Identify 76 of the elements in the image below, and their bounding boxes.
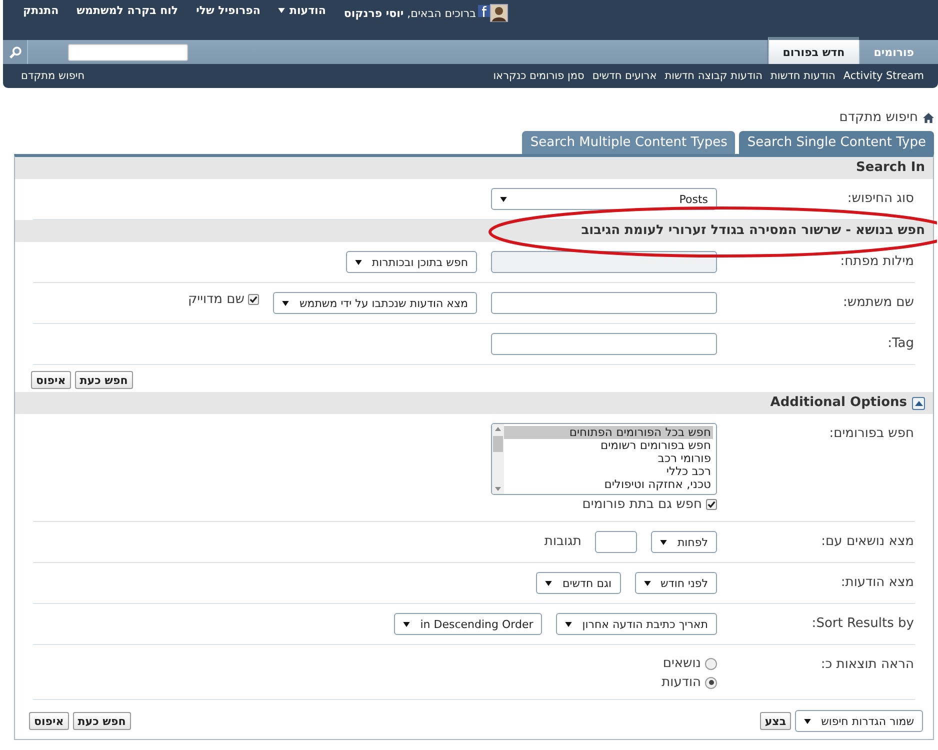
list-item[interactable]: חפש בכל הפורומים הפתוחים: [504, 426, 713, 439]
radio-button[interactable]: [705, 658, 717, 670]
caret-icon: [545, 580, 552, 586]
dropdown[interactable]: לפני חודש: [634, 572, 717, 594]
welcome-text: ברוכים הבאים, יוסי פרנקוס: [344, 6, 476, 20]
caret-icon: [660, 540, 668, 544]
list-item[interactable]: רכב כללי: [504, 465, 713, 478]
field-label: מצא הודעות:: [840, 574, 915, 592]
checkbox[interactable]: [706, 499, 717, 510]
search-tab[interactable]: Search Single Content Type: [739, 131, 934, 154]
caret-icon: [565, 622, 572, 626]
list-item[interactable]: פורומי רכב: [504, 452, 713, 465]
dropdown[interactable]: שמור הגדרות חיפוש: [795, 710, 923, 732]
avatar-icon[interactable]: [490, 4, 508, 22]
social-icon[interactable]: [478, 5, 490, 17]
caret-icon: [500, 196, 507, 202]
field-label: סוג החיפוש:: [846, 190, 915, 208]
user-menu-link[interactable]: הודעות: [278, 4, 326, 17]
text-field[interactable]: [595, 531, 638, 553]
form-button[interactable]: חפש כעת: [72, 712, 131, 730]
field-label: תגובות: [544, 533, 582, 549]
sub-nav-link[interactable]: ארועים חדשים: [592, 70, 657, 82]
checkbox[interactable]: [248, 294, 260, 305]
checkbox-label: חפש גם בתת פורומים: [582, 497, 702, 512]
collapse-icon[interactable]: [912, 396, 925, 410]
form-button[interactable]: איפוס: [31, 371, 71, 389]
sub-nav-link[interactable]: הודעות קבוצה חדשות: [664, 70, 762, 82]
radio-label: הודעות: [662, 675, 701, 690]
radio-label: נושאים: [662, 656, 701, 671]
field-label: חפש בפורומים:: [828, 425, 915, 443]
form-button[interactable]: חפש כעת: [74, 371, 133, 389]
section-heading: חפש בנושא - שרשור המסירה בגודל זערורי לעומת הגיבוב: [15, 220, 933, 242]
field-label: Tag:: [886, 335, 915, 353]
dropdown[interactable]: חפש בתוכן ובכותרות: [346, 251, 477, 273]
dropdown[interactable]: מצא הודעות שנכתבו על ידי משתמש: [273, 292, 477, 314]
search-tab[interactable]: Search Multiple Content Types: [522, 131, 736, 154]
field-label: Sort Results by:: [810, 615, 915, 633]
field-label: מצא נושאים עם:: [820, 533, 915, 551]
caret-icon: [644, 580, 651, 586]
field-label: שם משתמש:: [842, 294, 915, 312]
field-label: הראה תוצאות כ:: [820, 656, 915, 674]
user-menu-link[interactable]: הפרופיל שלי: [196, 4, 260, 17]
nav-tab[interactable]: חדש בפורום: [768, 37, 859, 64]
dropdown[interactable]: וגם חדשים: [536, 572, 621, 594]
user-menu-link[interactable]: לוח בקרה למשתמש: [76, 4, 178, 17]
dropdown[interactable]: תאריך כתיבת הודעה אחרון: [556, 613, 717, 635]
breadcrumb-text: חיפוש מתקדם: [839, 110, 918, 125]
search-field[interactable]: [68, 44, 188, 60]
section-heading: Additional Options: [770, 395, 907, 411]
sub-nav-link[interactable]: הודעות חדשות: [770, 70, 836, 82]
list-item[interactable]: טכני, אחזקה וטיפולים: [504, 478, 713, 491]
field-label: מילות מפתח:: [839, 253, 915, 271]
scrollbar[interactable]: [492, 424, 504, 494]
radio-button[interactable]: [705, 676, 717, 688]
go-button[interactable]: בצע: [760, 712, 792, 730]
home-icon[interactable]: [923, 112, 934, 122]
search-button[interactable]: [3, 40, 28, 64]
list-item[interactable]: חפש בפורומים רשומים: [504, 439, 713, 452]
text-field[interactable]: [491, 292, 717, 314]
dropdown[interactable]: Posts: [491, 188, 717, 210]
section-heading: Search In: [15, 157, 933, 179]
text-field[interactable]: [491, 333, 717, 355]
user-menu-link[interactable]: התנתק: [23, 4, 59, 17]
search-icon: [8, 46, 22, 58]
dropdown[interactable]: לפחות: [651, 531, 717, 553]
checkbox-label: שם מדוייק: [188, 292, 244, 307]
form-button[interactable]: איפוס: [29, 712, 69, 730]
forum-listbox[interactable]: חפש בכל הפורומים הפתוחים חפש בפורומים רשומים פורומי רכב רכב כללי טכני, אחזקה וטיפולים: [491, 423, 717, 495]
caret-icon: [403, 622, 410, 626]
sub-nav-link[interactable]: סמן פורומים כנקראו: [493, 70, 584, 82]
dropdown[interactable]: in Descending Order: [394, 613, 542, 635]
advanced-search-link[interactable]: חיפוש מתקדם: [21, 70, 85, 82]
sub-nav-link[interactable]: Activity Stream: [843, 70, 924, 82]
caret-icon: [804, 718, 812, 724]
caret-icon: [354, 260, 362, 264]
caret-icon: [282, 300, 290, 306]
